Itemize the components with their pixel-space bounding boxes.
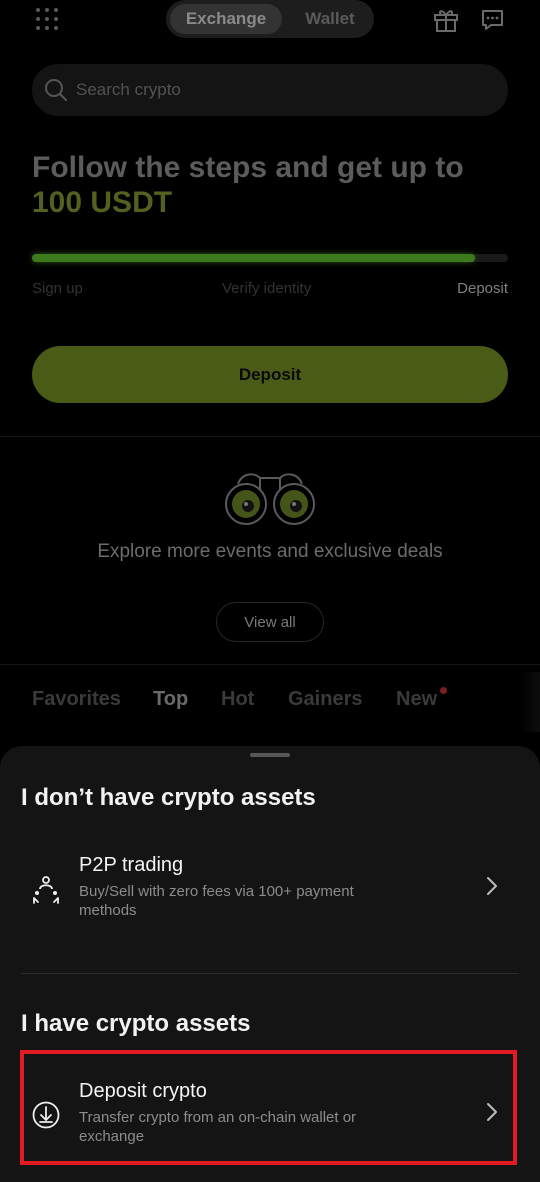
top-bar: Exchange Wallet [0, 0, 540, 40]
tabs-scroll-fade [520, 672, 540, 732]
chat-icon[interactable] [480, 8, 505, 32]
deposit-button[interactable]: Deposit [32, 346, 508, 403]
binoculars-icon [225, 473, 315, 525]
section-title-have-assets: I have crypto assets [21, 1010, 251, 1037]
section-divider [0, 664, 540, 665]
tab-top[interactable]: Top [153, 688, 188, 711]
view-all-button[interactable]: View all [216, 602, 324, 642]
p2p-trading-title: P2P trading [79, 854, 184, 876]
p2p-trading-option[interactable]: P2P trading Buy/Sell with zero fees via … [21, 842, 519, 932]
step-verify-identity: Verify identity [222, 280, 312, 297]
tab-gainers[interactable]: Gainers [288, 688, 362, 711]
tab-favorites[interactable]: Favorites [32, 688, 121, 711]
section-divider [0, 436, 540, 437]
chevron-right-icon [487, 877, 497, 895]
mode-switch: Exchange Wallet [166, 0, 374, 38]
p2p-trading-description: Buy/Sell with zero fees via 100+ payment… [79, 883, 354, 919]
promo-title-text: Follow the steps and get up to [32, 151, 464, 184]
progress-fill [32, 254, 475, 262]
step-sign-up: Sign up [32, 280, 83, 297]
search-bar[interactable] [32, 64, 508, 116]
p2p-icon [33, 876, 59, 904]
tab-new[interactable]: New [396, 688, 437, 711]
search-input[interactable] [76, 64, 476, 116]
tab-hot[interactable]: Hot [221, 688, 254, 711]
gift-icon[interactable] [433, 7, 459, 33]
highlight-box [20, 1050, 517, 1165]
sheet-divider [21, 973, 519, 974]
tab-wallet[interactable]: Wallet [288, 4, 372, 34]
progress-bar [32, 254, 508, 262]
promo-reward: 100 USDT [32, 186, 173, 219]
step-deposit: Deposit [457, 280, 508, 297]
sheet-drag-handle[interactable] [250, 753, 290, 757]
search-icon [45, 79, 67, 101]
explore-text: Explore more events and exclusive deals [97, 541, 443, 562]
apps-grid-icon[interactable] [35, 7, 59, 31]
tab-exchange[interactable]: Exchange [170, 4, 282, 34]
section-title-no-assets: I don’t have crypto assets [21, 784, 316, 811]
new-badge-dot [440, 687, 447, 694]
promo-title: Follow the steps and get up to 100 USDT [32, 150, 512, 220]
